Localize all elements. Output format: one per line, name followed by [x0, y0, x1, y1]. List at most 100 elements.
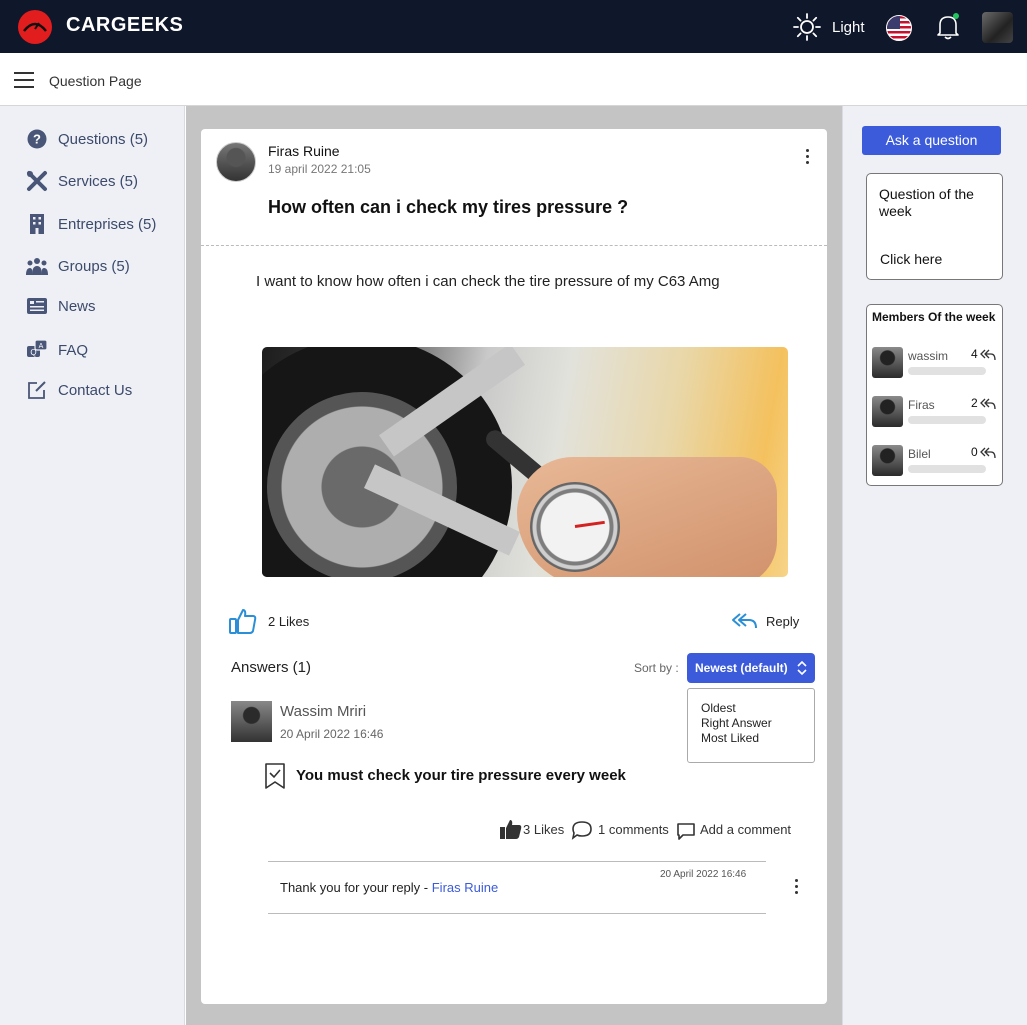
divider — [268, 861, 766, 862]
question-author-avatar[interactable] — [216, 142, 256, 182]
thumbs-up-filled-icon[interactable] — [500, 819, 522, 839]
sidebar-item-news[interactable]: News — [26, 295, 96, 317]
member-name: wassim — [908, 349, 949, 363]
member-avatar[interactable] — [872, 347, 903, 378]
member-name: Bilel — [908, 447, 931, 461]
sub-header: Question Page — [0, 53, 1027, 106]
svg-text:A: A — [39, 343, 44, 350]
faq-icon: AQ — [26, 339, 48, 361]
comment-author-link[interactable]: Firas Ruine — [432, 880, 498, 895]
member-progress-bar — [908, 465, 986, 473]
notification-dot — [953, 13, 959, 19]
divider — [201, 245, 827, 246]
comment-body: Thank you for your reply - — [280, 880, 432, 895]
theme-toggle-label[interactable]: Light — [832, 19, 865, 36]
members-of-the-week-card: Members Of the week wassim 4 Firas 2 Bil… — [866, 304, 1003, 486]
main-content: Firas Ruine 19 april 2022 21:05 How ofte… — [186, 106, 842, 1025]
svg-text:Q: Q — [30, 348, 36, 357]
sidebar-item-faq[interactable]: AQ FAQ — [26, 339, 88, 361]
reply-icon — [980, 447, 996, 459]
member-score: 2 — [971, 396, 978, 410]
member-progress-bar — [908, 416, 986, 424]
svg-text:?: ? — [33, 132, 41, 147]
sort-option-most-liked[interactable]: Most Liked — [701, 731, 814, 746]
comment-text: Thank you for your reply - Firas Ruine — [280, 880, 498, 895]
members-of-the-week-title: Members Of the week — [872, 310, 996, 324]
member-item[interactable]: wassim 4 — [872, 347, 1000, 381]
sidebar-item-label: FAQ — [58, 341, 89, 359]
logo-icon[interactable] — [18, 10, 52, 44]
newspaper-icon — [26, 295, 48, 317]
reply-button[interactable]: Reply — [766, 614, 799, 629]
sidebar-item-label: Questions (5) — [58, 130, 149, 148]
question-more-options-icon[interactable] — [806, 149, 810, 165]
user-avatar[interactable] — [982, 12, 1013, 43]
sidebar-item-entreprises[interactable]: Entreprises (5) — [26, 213, 156, 235]
left-sidebar: ? Questions (5) Services (5) Entreprises… — [0, 106, 185, 1025]
edit-square-icon — [26, 379, 48, 401]
question-likes: 2 Likes — [268, 614, 310, 629]
comment-more-options-icon[interactable] — [795, 879, 799, 895]
question-image — [262, 347, 788, 577]
reply-icon[interactable] — [731, 611, 757, 631]
divider — [268, 913, 766, 914]
us-flag-icon[interactable] — [886, 15, 912, 41]
right-sidebar: Ask a question Question of the week Clic… — [842, 106, 1027, 1025]
bookmark-check-icon[interactable] — [264, 763, 286, 789]
member-score: 0 — [971, 445, 978, 459]
add-comment-button[interactable]: Add a comment — [700, 822, 791, 837]
question-body: I want to know how often i can check the… — [256, 273, 720, 290]
sort-select[interactable]: Newest (default) — [687, 653, 815, 683]
member-progress-bar — [908, 367, 986, 375]
sidebar-item-label: Entreprises (5) — [58, 215, 157, 233]
sort-by-label: Sort by : — [634, 661, 679, 675]
building-icon — [26, 213, 48, 235]
answer-date: 20 April 2022 16:46 — [280, 727, 384, 741]
ask-question-button[interactable]: Ask a question — [862, 126, 1001, 155]
sidebar-item-label: News — [58, 297, 96, 315]
add-comment-icon[interactable] — [677, 823, 695, 840]
chevron-up-down-icon — [797, 660, 807, 676]
top-bar: CARGEEKS Light — [0, 0, 1027, 53]
answers-heading: Answers (1) — [231, 659, 312, 676]
question-author-name[interactable]: Firas Ruine — [268, 143, 340, 159]
page-title: Question Page — [49, 73, 142, 89]
answer-author-name[interactable]: Wassim Mriri — [280, 703, 366, 720]
answer-comments-count[interactable]: 1 comments — [598, 822, 669, 837]
comment-bubble-icon[interactable] — [571, 820, 593, 840]
question-title: How often can i check my tires pressure … — [268, 197, 629, 217]
answer-text: You must check your tire pressure every … — [296, 767, 626, 784]
member-name: Firas — [908, 398, 935, 412]
sidebar-item-label: Groups (5) — [58, 257, 130, 275]
comment-date: 20 April 2022 16:46 — [660, 869, 747, 880]
answer-likes: 3 Likes — [523, 822, 565, 837]
question-of-the-week-link[interactable]: Click here — [880, 251, 942, 267]
sort-option-oldest[interactable]: Oldest — [701, 701, 814, 716]
member-avatar[interactable] — [872, 396, 903, 427]
question-date: 19 april 2022 21:05 — [268, 162, 371, 176]
answer-author-avatar[interactable] — [231, 701, 272, 742]
question-of-the-week-title: Question of the week — [879, 186, 974, 219]
question-circle-icon: ? — [26, 128, 48, 150]
sidebar-item-groups[interactable]: Groups (5) — [26, 255, 130, 277]
brand-name[interactable]: CARGEEKS — [66, 14, 183, 37]
sidebar-item-services[interactable]: Services (5) — [26, 170, 138, 192]
sort-selected-value: Newest (default) — [695, 661, 788, 675]
sidebar-item-label: Contact Us — [58, 381, 133, 399]
member-item[interactable]: Bilel 0 — [872, 445, 1000, 479]
member-avatar[interactable] — [872, 445, 903, 476]
member-item[interactable]: Firas 2 — [872, 396, 1000, 430]
reply-icon — [980, 398, 996, 410]
sidebar-item-questions[interactable]: ? Questions (5) — [26, 128, 148, 150]
question-of-the-week-card: Question of the week Click here — [866, 173, 1003, 280]
question-card: Firas Ruine 19 april 2022 21:05 How ofte… — [201, 129, 827, 1004]
hamburger-menu-icon[interactable] — [14, 72, 34, 88]
thumbs-up-icon[interactable] — [229, 607, 257, 635]
sidebar-item-contact-us[interactable]: Contact Us — [26, 379, 132, 401]
sidebar-item-label: Services (5) — [58, 172, 139, 190]
tools-icon — [26, 170, 48, 192]
sort-option-right-answer[interactable]: Right Answer — [701, 716, 814, 731]
reply-icon — [980, 349, 996, 361]
sun-icon[interactable] — [792, 12, 822, 42]
member-score: 4 — [971, 347, 978, 361]
